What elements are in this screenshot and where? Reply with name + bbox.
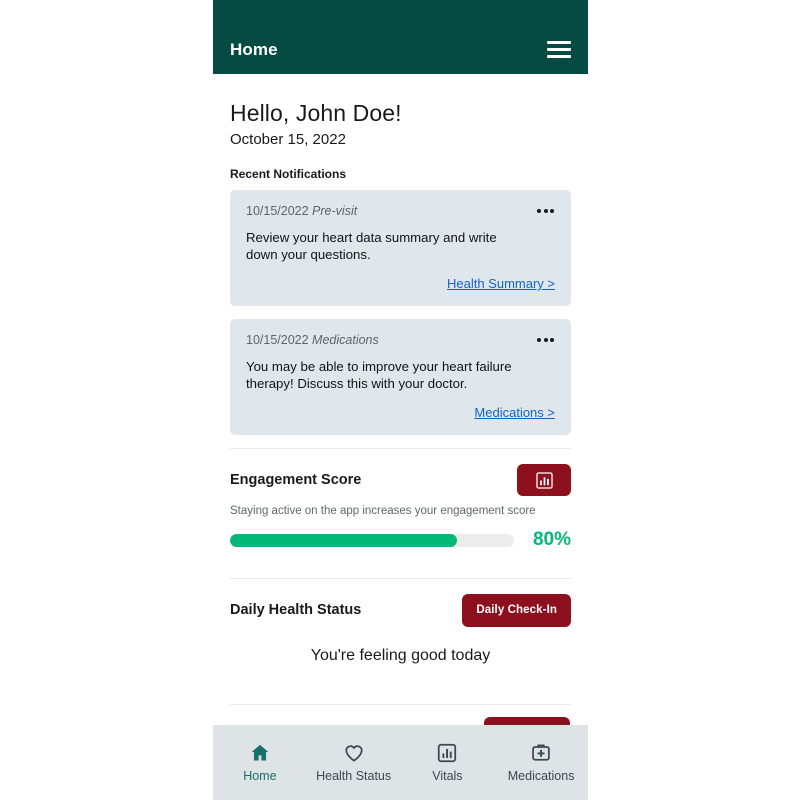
nav-item-home[interactable]: Home (213, 742, 307, 783)
notification-card[interactable]: 10/15/2022 Pre-visit Review your heart d… (230, 190, 571, 306)
greeting-section: Hello, John Doe! October 15, 2022 Recent… (213, 74, 588, 181)
engagement-progress-row: 80% (230, 529, 571, 569)
daily-status-header: Daily Health Status Daily Check-In (230, 579, 571, 641)
hamburger-bar (547, 55, 571, 58)
app-header: Home (213, 0, 588, 74)
page-title: Home (230, 40, 278, 59)
dot (537, 338, 541, 342)
nav-label: Home (243, 769, 277, 783)
dot (550, 209, 554, 213)
notification-category: Pre-visit (312, 204, 358, 218)
notification-link[interactable]: Medications > (474, 405, 555, 420)
notifications-list: 10/15/2022 Pre-visit Review your heart d… (213, 181, 588, 435)
daily-health-status-section: Daily Health Status Daily Check-In You'r… (213, 579, 588, 695)
notification-link-row: Health Summary > (246, 275, 555, 293)
recent-notifications-label: Recent Notifications (230, 167, 347, 181)
notification-body: You may be able to improve your heart fa… (246, 359, 512, 391)
notification-meta: 10/15/2022 Pre-visit (246, 204, 357, 218)
notification-card-header: 10/15/2022 Medications (246, 333, 555, 347)
engagement-progress-fill (230, 533, 458, 547)
hamburger-bar (547, 48, 571, 51)
greeting-text: Hello, John Doe! (230, 100, 402, 126)
engagement-score-section: Engagement Score Staying active on the a… (213, 449, 588, 569)
daily-status-title: Daily Health Status (230, 602, 362, 618)
engagement-percent: 80% (532, 529, 571, 550)
nav-label: Vitals (432, 769, 463, 783)
nav-label: Health Status (316, 769, 392, 783)
engagement-header: Engagement Score (230, 449, 571, 511)
notification-date: 10/15/2022 (246, 333, 309, 347)
heart-icon (343, 742, 365, 764)
current-date: October 15, 2022 (230, 131, 346, 148)
engagement-progress-track (230, 533, 514, 547)
engagement-helper-text: Staying active on the app increases your… (230, 505, 536, 517)
notification-date: 10/15/2022 (246, 204, 309, 218)
engagement-title: Engagement Score (230, 472, 362, 488)
more-options-icon[interactable] (536, 333, 555, 347)
more-options-icon[interactable] (536, 204, 555, 218)
nav-item-medications[interactable]: Medications (494, 742, 588, 783)
dot (537, 209, 541, 213)
notification-meta: 10/15/2022 Medications (246, 333, 379, 347)
divider (230, 704, 571, 705)
bottom-navigation-bar: Home Health Status Vitals Medications (213, 725, 588, 800)
bar-chart-icon (535, 471, 553, 489)
bar-chart-square-icon (436, 742, 458, 764)
hamburger-menu-icon[interactable] (547, 41, 571, 58)
notification-link-row: Medications > (246, 404, 555, 422)
nav-label: Medications (507, 769, 575, 783)
dot (550, 338, 554, 342)
daily-status-message: You're feeling good today (310, 647, 491, 664)
nav-item-health-status[interactable]: Health Status (307, 742, 401, 783)
daily-check-in-button[interactable]: Daily Check-In (462, 593, 571, 627)
notification-link[interactable]: Health Summary > (447, 276, 555, 291)
medical-kit-icon (530, 742, 552, 764)
notification-card-header: 10/15/2022 Pre-visit (246, 204, 555, 218)
dot (543, 209, 548, 213)
dot (543, 338, 548, 342)
notification-category: Medications (312, 333, 379, 347)
notification-card[interactable]: 10/15/2022 Medications You may be able t… (230, 319, 571, 435)
notification-body: Review your heart data summary and write… (246, 230, 497, 262)
nav-item-vitals[interactable]: Vitals (401, 742, 495, 783)
home-icon (249, 742, 271, 764)
mobile-app-screen: Home Hello, John Doe! October 15, 2022 R… (213, 0, 588, 800)
engagement-chart-button[interactable] (517, 464, 571, 496)
hamburger-bar (547, 41, 571, 44)
